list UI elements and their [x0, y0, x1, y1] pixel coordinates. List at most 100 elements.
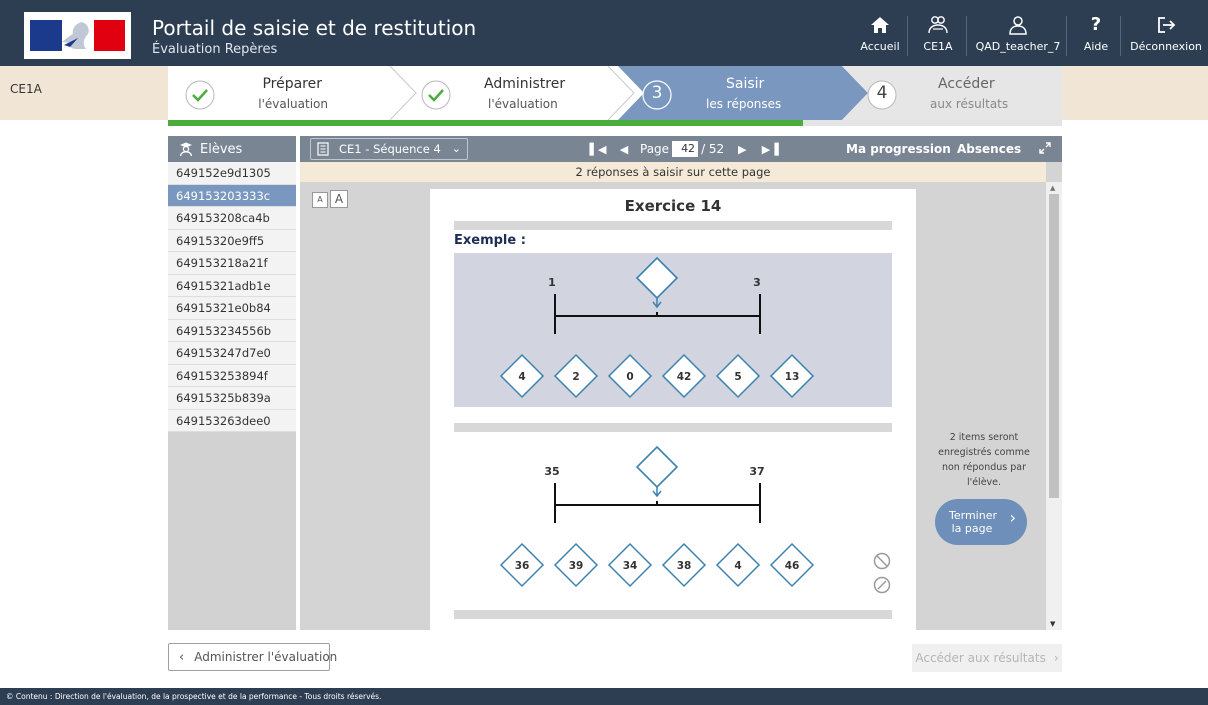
student-list-item[interactable]: 64915320e9ff5: [168, 229, 296, 252]
step-1[interactable]: 1 Préparer l'évaluation: [168, 66, 398, 120]
student-list-item[interactable]: 649153203333c: [168, 184, 296, 207]
answer-choice-label: 39: [569, 560, 584, 572]
nav-logout[interactable]: Déconnexion: [1128, 0, 1204, 66]
step-subtitle: l'évaluation: [258, 97, 328, 111]
back-to-administer-button[interactable]: ‹ Administrer l'évaluation: [168, 643, 337, 671]
answer-choice-label: 46: [785, 560, 800, 572]
sequence-select-value: CE1 - Séquence 4: [339, 142, 441, 156]
nav-accueil[interactable]: Accueil: [858, 0, 902, 66]
access-results-button[interactable]: Accéder aux résultats ›: [912, 644, 1062, 672]
pencil-icon-stroke: [877, 580, 887, 590]
student-list-item[interactable]: 649153247d7e0: [168, 342, 296, 365]
student-list-item[interactable]: 64915325b839a: [168, 387, 296, 410]
nav-user[interactable]: QAD_teacher_7: [976, 0, 1060, 66]
sequence-select[interactable]: CE1 - Séquence 4 ⌄: [310, 138, 468, 160]
step-number: 4: [876, 83, 888, 103]
scroll-thumb[interactable]: [1049, 194, 1059, 498]
class-group-icon: [928, 15, 948, 33]
unanswered-message: 2 items seront enregistrés comme non rép…: [938, 432, 1030, 488]
finish-page-label: Terminer la page: [949, 509, 997, 535]
number-line-end: 37: [749, 465, 764, 478]
student-list-item[interactable]: 64915321adb1e: [168, 274, 296, 297]
nav-divider: [1066, 16, 1067, 56]
help-icon: ?: [1090, 13, 1102, 35]
prev-page-icon[interactable]: ◀: [614, 143, 634, 156]
nav-label: Aide: [1083, 39, 1109, 53]
page-label: Page: [640, 142, 670, 156]
scroll-down-icon[interactable]: ▼: [1050, 620, 1055, 628]
chevron-right-icon: ›: [1009, 508, 1016, 527]
number-line-start: 35: [544, 465, 559, 478]
students-header-label: Elèves: [200, 141, 243, 157]
chevron-right-icon: ›: [1053, 651, 1059, 665]
answer-choice-label: 0: [626, 371, 633, 383]
expand-icon[interactable]: [1038, 141, 1052, 155]
step-3[interactable]: 3 Saisir les réponses: [618, 66, 846, 120]
answer-choice-label: 34: [623, 560, 638, 572]
font-larger-button[interactable]: A: [330, 190, 348, 208]
last-page-icon[interactable]: ▶▐: [760, 143, 780, 156]
answer-drop-zone[interactable]: [635, 445, 679, 489]
notebook-icon: [317, 142, 329, 156]
font-smaller-button[interactable]: A: [312, 192, 328, 208]
answer-choice-label: 4: [734, 560, 741, 572]
scroll-up-icon[interactable]: ▲: [1050, 184, 1055, 192]
page-toolbar: CE1 - Séquence 4 ⌄ ▌◀ ◀ Page 42 / 52 ▶ ▶…: [300, 136, 1062, 162]
nav-help[interactable]: ? Aide: [1076, 0, 1116, 66]
answer-choice-label: 36: [515, 560, 530, 572]
marianne-logo: [24, 12, 131, 59]
nav-divider: [907, 16, 908, 56]
answer-choice-label: 38: [677, 560, 692, 572]
absences-link[interactable]: Absences: [957, 142, 1021, 156]
student-list-item[interactable]: 649153208ca4b: [168, 207, 296, 230]
side-panel: [916, 182, 1046, 630]
step-number: 3: [651, 83, 663, 103]
chevron-down-icon: ⌄: [451, 142, 461, 155]
students-header: Elèves: [168, 136, 296, 162]
step-4[interactable]: 4 Accéder aux résultats: [850, 66, 1062, 120]
answer-choice-label: 2: [572, 371, 579, 383]
answer-choice-label: 13: [785, 371, 800, 383]
student-list: 649152e9d1305 649153203333c 649153208ca4b 6…: [168, 162, 296, 630]
student-list-item[interactable]: 649152e9d1305: [168, 162, 296, 185]
student-list-item[interactable]: 649153253894f: [168, 364, 296, 387]
progression-link[interactable]: Ma progression: [846, 142, 951, 156]
page-number-input[interactable]: 42: [672, 141, 699, 157]
next-page-icon[interactable]: ▶: [732, 143, 752, 156]
footer-copyright: © Contenu : Direction de l'évaluation, d…: [0, 688, 1208, 705]
no-answer-icon-slash: [876, 555, 888, 567]
step-subtitle: aux résultats: [930, 97, 1009, 111]
step-subtitle: l'évaluation: [488, 97, 558, 111]
nav-label: Déconnexion: [1130, 39, 1202, 53]
exercise-page: Exercice 14 Exemple : 1 3 4 2 0 42 5 13 35 37 36 39…: [430, 189, 916, 630]
answer-drop-zone: [635, 256, 679, 300]
chevron-left-icon: ‹: [179, 649, 185, 665]
student-list-item[interactable]: 649153234556b: [168, 319, 296, 342]
notice-bar: 2 réponses à saisir sur cette page: [300, 162, 1046, 182]
answer-choice-label: 5: [734, 371, 741, 383]
number-line-end: 3: [753, 276, 761, 289]
back-to-administer-label: Administrer l'évaluation: [194, 650, 338, 664]
nav-divider: [1120, 16, 1121, 56]
saisie-progress-fill: [168, 120, 803, 126]
first-page-icon[interactable]: ▌◀: [588, 143, 608, 156]
app-title: Portail de saisie et de restitution: [152, 16, 477, 40]
logout-icon: [1158, 16, 1176, 33]
student-list-item[interactable]: 64915321e0b84: [168, 297, 296, 320]
nav-divider: [966, 16, 967, 56]
page-total: / 52: [701, 142, 725, 156]
nav-label: QAD_teacher_7: [975, 39, 1061, 53]
step-2[interactable]: 2 Administrer l'évaluation: [408, 66, 614, 120]
pager: ▌◀ ◀ Page 42 / 52 ▶ ▶▐: [588, 136, 780, 162]
student-list-item[interactable]: 649153218a21f: [168, 252, 296, 275]
nav-class[interactable]: CE1A: [920, 0, 956, 66]
student-list-item[interactable]: 649153263dee0: [168, 409, 296, 432]
step-title: Préparer: [262, 76, 322, 92]
access-results-label: Accéder aux résultats: [915, 651, 1046, 665]
finish-page-button[interactable]: Terminer la page ›: [935, 499, 1027, 545]
page-scrollbar[interactable]: ▲ ▼: [1046, 182, 1062, 630]
class-label: CE1A: [10, 82, 42, 96]
font-size-controls: A A: [312, 190, 350, 208]
nav-label: Accueil: [860, 39, 900, 53]
student-icon: [179, 142, 193, 157]
